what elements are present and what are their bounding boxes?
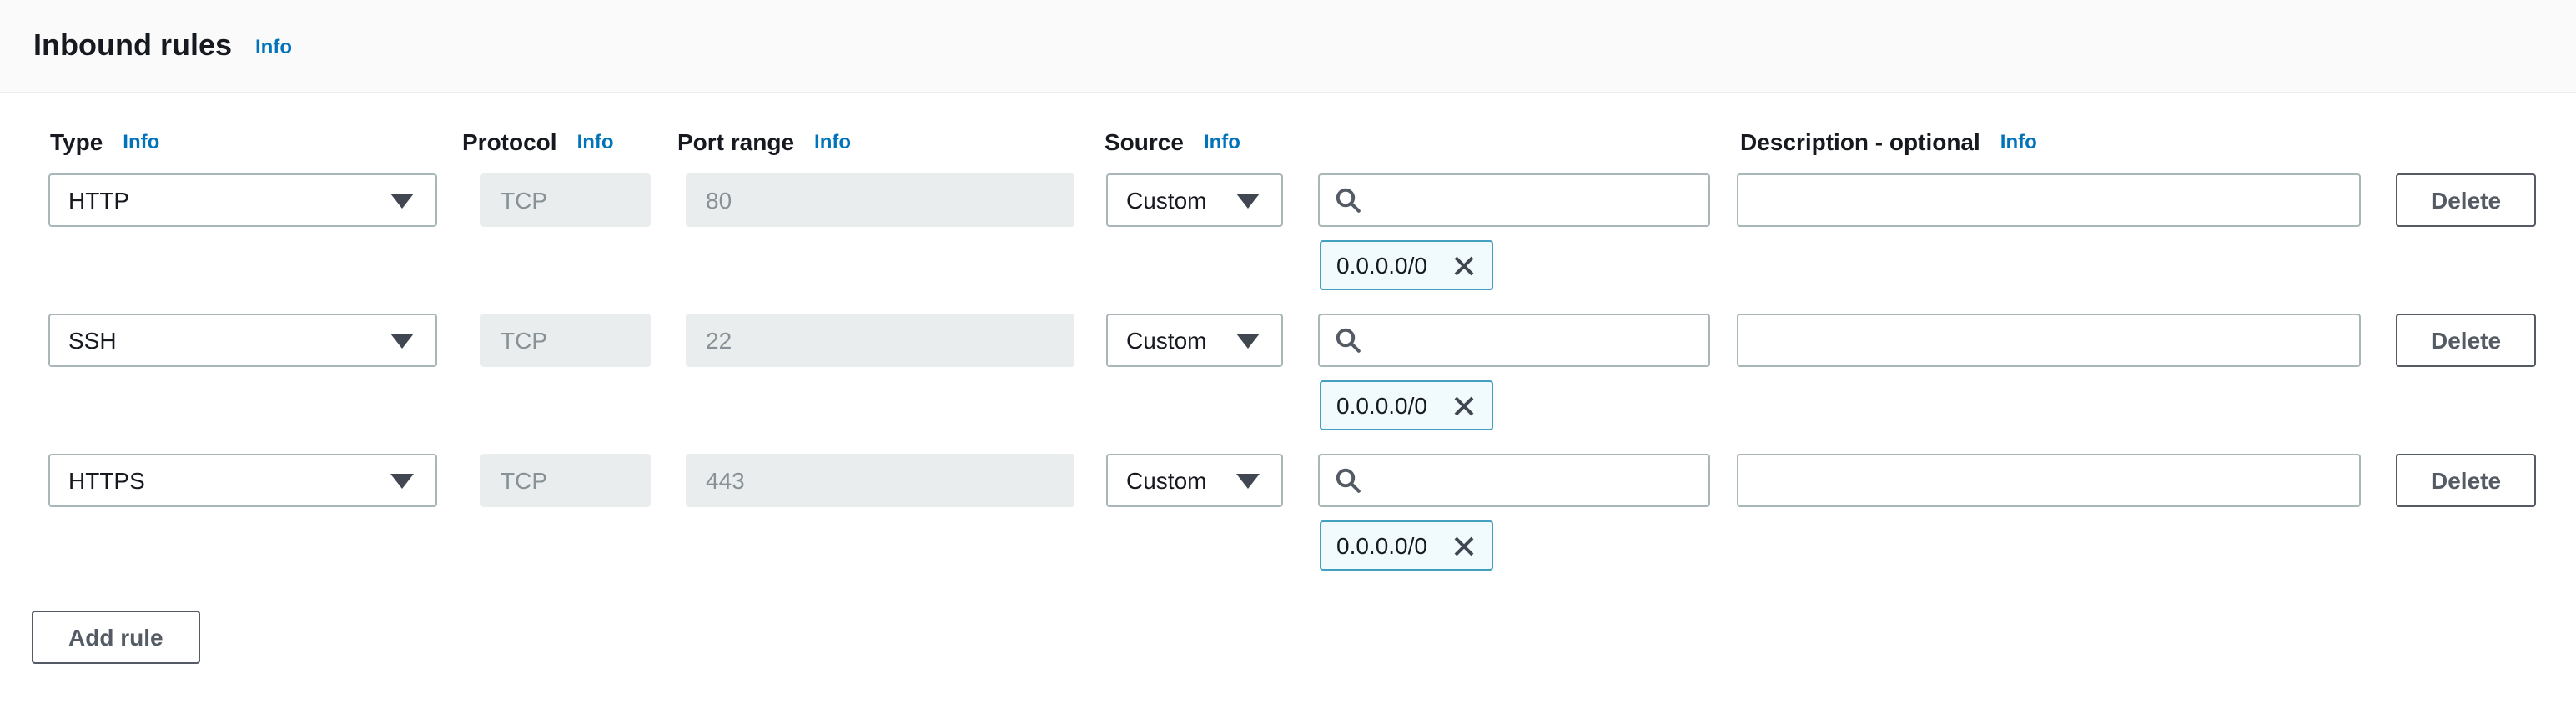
type-select-value: HTTPS <box>68 467 145 494</box>
source-mode-value: Custom <box>1126 327 1206 354</box>
source-mode-select[interactable]: Custom <box>1106 314 1283 367</box>
type-column-label: Type <box>50 128 103 155</box>
close-icon <box>1451 393 1476 418</box>
type-select[interactable]: HTTP <box>48 173 437 227</box>
panel-header: Inbound rules Info <box>0 0 2576 93</box>
port-range-column-label: Port range <box>677 128 794 155</box>
type-select-value: HTTP <box>68 187 129 214</box>
protocol-field: TCP <box>480 173 651 227</box>
source-search-input[interactable] <box>1318 314 1710 367</box>
source-mode-value: Custom <box>1126 187 1206 214</box>
protocol-field: TCP <box>480 454 651 507</box>
source-search-input[interactable] <box>1318 173 1710 227</box>
close-icon <box>1451 533 1476 558</box>
port-range-field: 443 <box>686 454 1074 507</box>
chevron-down-icon <box>1236 473 1260 488</box>
token-remove-button[interactable] <box>1451 533 1476 558</box>
description-input[interactable] <box>1737 173 2361 227</box>
add-rule-button[interactable]: Add rule <box>32 611 200 664</box>
type-column-header: Type Info <box>50 128 159 155</box>
token-remove-button[interactable] <box>1451 253 1476 278</box>
source-info-link[interactable]: Info <box>1204 130 1240 153</box>
chevron-down-icon <box>390 333 414 348</box>
delete-button[interactable]: Delete <box>2396 454 2536 507</box>
source-search-input[interactable] <box>1318 454 1710 507</box>
source-column-header: Source Info <box>1104 128 1240 155</box>
description-info-link[interactable]: Info <box>2000 130 2037 153</box>
port-range-field: 22 <box>686 314 1074 367</box>
description-column-label: Description - optional <box>1740 128 1980 155</box>
protocol-column-header: Protocol Info <box>462 128 614 155</box>
type-select[interactable]: SSH <box>48 314 437 367</box>
source-token: 0.0.0.0/0 <box>1320 380 1492 430</box>
source-mode-value: Custom <box>1126 467 1206 494</box>
rule-fields: HTTPS TCP 443 Custom Delete <box>0 454 2576 507</box>
type-info-link[interactable]: Info <box>123 130 159 153</box>
rule-row: SSH TCP 22 Custom Delete 0.0.0.0/0 <box>0 314 2576 430</box>
chevron-down-icon <box>1236 193 1260 208</box>
source-token-value: 0.0.0.0/0 <box>1336 252 1427 279</box>
source-token-value: 0.0.0.0/0 <box>1336 392 1427 419</box>
rule-fields: SSH TCP 22 Custom Delete <box>0 314 2576 367</box>
port-range-info-link[interactable]: Info <box>814 130 851 153</box>
rule-row: HTTPS TCP 443 Custom Delete 0.0.0.0/0 <box>0 454 2576 571</box>
delete-button[interactable]: Delete <box>2396 173 2536 227</box>
rule-fields: HTTP TCP 80 Custom Delete <box>0 173 2576 227</box>
source-token-value: 0.0.0.0/0 <box>1336 532 1427 559</box>
chevron-down-icon <box>390 193 414 208</box>
source-search <box>1318 314 1710 367</box>
chevron-down-icon <box>1236 333 1260 348</box>
rule-row: HTTP TCP 80 Custom Delete 0.0.0.0/0 <box>0 173 2576 290</box>
delete-button[interactable]: Delete <box>2396 314 2536 367</box>
chevron-down-icon <box>390 473 414 488</box>
source-mode-select[interactable]: Custom <box>1106 454 1283 507</box>
page-title: Inbound rules <box>33 28 232 63</box>
column-headers: Type Info Protocol Info Port range Info … <box>0 128 2576 158</box>
source-column-label: Source <box>1104 128 1184 155</box>
source-token-row: 0.0.0.0/0 <box>0 380 2576 430</box>
port-range-column-header: Port range Info <box>677 128 851 155</box>
protocol-info-link[interactable]: Info <box>577 130 614 153</box>
protocol-column-label: Protocol <box>462 128 557 155</box>
port-range-field: 80 <box>686 173 1074 227</box>
type-select[interactable]: HTTPS <box>48 454 437 507</box>
protocol-field: TCP <box>480 314 651 367</box>
token-remove-button[interactable] <box>1451 393 1476 418</box>
inbound-rules-panel: Inbound rules Info Type Info Protocol In… <box>0 0 2576 714</box>
source-token: 0.0.0.0/0 <box>1320 240 1492 290</box>
source-token: 0.0.0.0/0 <box>1320 520 1492 571</box>
source-token-row: 0.0.0.0/0 <box>0 240 2576 290</box>
description-input[interactable] <box>1737 314 2361 367</box>
source-mode-select[interactable]: Custom <box>1106 173 1283 227</box>
source-search <box>1318 173 1710 227</box>
source-search <box>1318 454 1710 507</box>
description-input[interactable] <box>1737 454 2361 507</box>
type-select-value: SSH <box>68 327 117 354</box>
title-info-link[interactable]: Info <box>255 34 292 58</box>
description-column-header: Description - optional Info <box>1740 128 2037 155</box>
close-icon <box>1451 253 1476 278</box>
source-token-row: 0.0.0.0/0 <box>0 520 2576 571</box>
